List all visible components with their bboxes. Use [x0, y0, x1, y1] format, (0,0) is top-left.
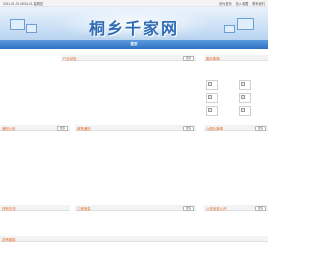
links-section-header: 友情链接 [0, 236, 268, 242]
industry-section-header: 行业动态 更多 [61, 55, 196, 61]
more-button[interactable]: 更多 [183, 125, 194, 131]
thumbnail-image[interactable] [239, 93, 251, 103]
more-button[interactable]: 更多 [255, 125, 266, 131]
top-bar: 2021-01-31 08:51:21 星期四 设为首页 加入收藏 联系我们 [0, 0, 268, 7]
section-title: 政策通知 [77, 126, 91, 131]
thumbnail-image[interactable] [206, 106, 218, 116]
thumbnail-image[interactable] [206, 80, 218, 90]
more-button[interactable]: 更多 [57, 125, 68, 131]
section-title: 工程信息 [77, 206, 91, 211]
engineering-section-header: 工程信息 更多 [75, 205, 196, 211]
section-title: 公告信息公开 [206, 206, 227, 211]
thumbnail-image[interactable] [239, 80, 251, 90]
notice-section-header: 通知公告 更多 [0, 125, 70, 131]
set-homepage-link[interactable]: 设为首页 [219, 2, 232, 6]
images-section-header: 图片新闻 [204, 55, 268, 61]
section-title: 通知公告 [2, 126, 16, 131]
more-button[interactable]: 更多 [255, 205, 266, 211]
section-title: 在职交流 [2, 206, 16, 211]
more-button[interactable]: 更多 [183, 55, 194, 61]
main-nav: 首页 [0, 40, 268, 49]
site-title: 桐乡千家网 [88, 21, 179, 38]
site-banner: 桐乡千家网 [0, 7, 268, 40]
services-section-header: 公告信息公开 更多 [204, 205, 268, 211]
contact-link[interactable]: 联系我们 [252, 2, 265, 6]
topnews-section-header: 六图片新闻 更多 [204, 125, 268, 131]
section-title: 图片新闻 [206, 56, 220, 61]
section-title: 行业动态 [63, 56, 77, 61]
work-section-header: 在职交流 [0, 205, 70, 211]
policy-section-header: 政策通知 更多 [75, 125, 196, 131]
nav-home-link[interactable]: 首页 [0, 42, 268, 47]
add-favorite-link[interactable]: 加入收藏 [236, 2, 249, 6]
top-links: 设为首页 加入收藏 联系我们 [216, 1, 265, 6]
section-title: 六图片新闻 [206, 126, 223, 131]
thumbnail-image[interactable] [239, 106, 251, 116]
thumbnail-image[interactable] [206, 93, 218, 103]
more-button[interactable]: 更多 [183, 205, 194, 211]
section-title: 友情链接 [2, 237, 16, 242]
datetime-text: 2021-01-31 08:51:21 星期四 [3, 2, 44, 6]
